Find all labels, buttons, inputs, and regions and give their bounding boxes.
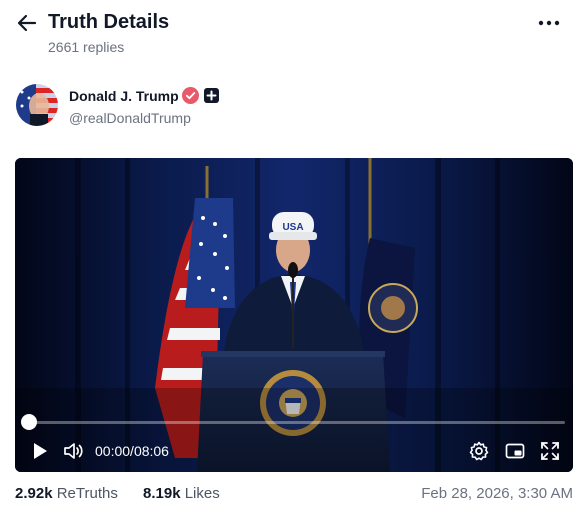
replies-count: 2661 replies xyxy=(48,39,125,55)
gear-icon[interactable] xyxy=(468,440,490,462)
retruths-label: ReTruths xyxy=(56,485,118,502)
page-header: Truth Details 2661 replies xyxy=(0,0,588,70)
plus-badge-icon xyxy=(204,88,219,103)
video-progress-track[interactable] xyxy=(29,421,565,424)
cap-text: USA xyxy=(282,222,303,233)
fullscreen-icon[interactable] xyxy=(539,440,561,462)
video-player[interactable]: USA 00:00/08:06 xyxy=(15,158,573,472)
post-date: Feb 28, 2026, 3:30 AM xyxy=(421,485,573,502)
author-name[interactable]: Donald J. Trump xyxy=(69,88,179,104)
likes-stat[interactable]: 8.19k Likes xyxy=(143,485,220,502)
video-time: 00:00/08:06 xyxy=(95,443,169,459)
post-author: Donald J. Trump @realDonaldTrump xyxy=(16,84,576,128)
post-stats: 2.92k ReTruths 8.19k Likes Feb 28, 2026,… xyxy=(15,485,573,505)
page-title: Truth Details xyxy=(48,11,170,33)
duration: 08:06 xyxy=(133,443,169,459)
more-horizontal-icon[interactable] xyxy=(538,18,560,28)
current-time: 00:00 xyxy=(95,443,131,459)
play-icon[interactable] xyxy=(29,440,51,462)
picture-in-picture-icon[interactable] xyxy=(504,440,526,462)
avatar[interactable] xyxy=(16,84,58,126)
verified-badge-icon xyxy=(182,87,199,104)
author-handle[interactable]: @realDonaldTrump xyxy=(69,110,191,126)
likes-count: 8.19k xyxy=(143,485,181,502)
retruths-stat[interactable]: 2.92k ReTruths xyxy=(15,485,118,502)
likes-label: Likes xyxy=(184,485,220,502)
retruths-count: 2.92k xyxy=(15,485,53,502)
arrow-left-icon[interactable] xyxy=(16,12,38,34)
video-progress-handle[interactable] xyxy=(21,414,37,430)
video-frame: USA xyxy=(15,158,573,472)
volume-icon[interactable] xyxy=(62,440,84,462)
